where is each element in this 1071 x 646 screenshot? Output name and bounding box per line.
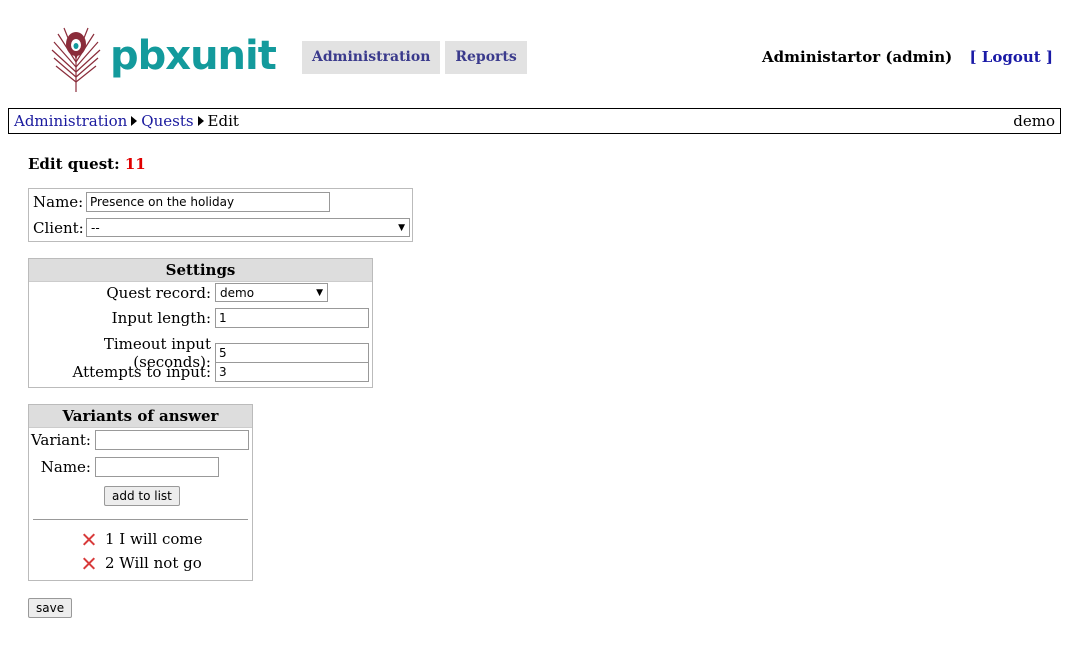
logo: pbxunit [46,22,277,94]
quest-record-label: Quest record: [106,283,211,302]
attempts-field[interactable] [215,362,369,382]
user-box: Administartor (admin) [ Logout ] [762,48,1053,66]
variants-header: Variants of answer [29,405,252,428]
delete-icon[interactable] [83,533,95,545]
logo-text: pbxunit [110,33,277,79]
variant-item-text: 2 Will not go [105,554,202,572]
list-item: 1 I will come [83,530,203,548]
variant-label: Variant: [30,431,91,449]
client-select[interactable]: -- ▼ [86,218,410,237]
top-nav: Administration Reports [302,41,527,74]
input-length-label: Input length: [111,309,211,327]
quest-record-value: demo [220,285,255,300]
divider [33,519,248,520]
user-name: Administartor (admin) [762,48,953,66]
variants-box: Variants of answer Variant: Name: add to… [28,404,253,581]
dropdown-arrow-icon: ▼ [316,287,323,298]
quest-name-input[interactable] [86,192,330,212]
client-label: Client: [33,218,84,237]
breadcrumb: Administration Quests Edit demo [8,108,1061,134]
quest-id: 11 [124,155,146,173]
delete-icon[interactable] [83,557,95,569]
name-label: Name: [33,193,84,211]
breadcrumb-administration[interactable]: Administration [14,112,127,130]
variant-name-label: Name: [40,458,91,476]
breadcrumb-quests[interactable]: Quests [141,112,193,130]
logout-link[interactable]: [ Logout ] [969,48,1053,66]
timeout-field[interactable] [215,343,369,363]
add-to-list-button[interactable]: add to list [104,486,180,506]
attempts-label: Attempts to input: [72,363,211,381]
page-title: Edit quest: 11 [28,155,146,173]
variant-item-text: 1 I will come [105,530,203,548]
tab-administration[interactable]: Administration [302,41,441,74]
variant-name-input[interactable] [95,457,219,477]
input-length-field[interactable] [215,308,369,328]
quest-record-select[interactable]: demo ▼ [215,283,328,302]
settings-box: Settings Quest record: demo ▼ Input leng… [28,258,373,388]
save-button[interactable]: save [28,598,73,618]
peacock-feather-icon [51,27,101,92]
client-select-value: -- [91,220,100,235]
page-title-label: Edit quest: [28,155,120,173]
dropdown-arrow-icon: ▼ [398,222,405,233]
tab-reports[interactable]: Reports [445,41,527,74]
triangle-right-icon [197,116,204,126]
list-item: 2 Will not go [83,554,202,572]
variant-input[interactable] [95,430,249,450]
breadcrumb-context: demo [1013,112,1055,130]
breadcrumb-current: Edit [207,112,239,130]
triangle-right-icon [131,116,138,126]
settings-header: Settings [29,259,372,282]
quest-main-box: Name: Client: -- ▼ [28,188,413,242]
